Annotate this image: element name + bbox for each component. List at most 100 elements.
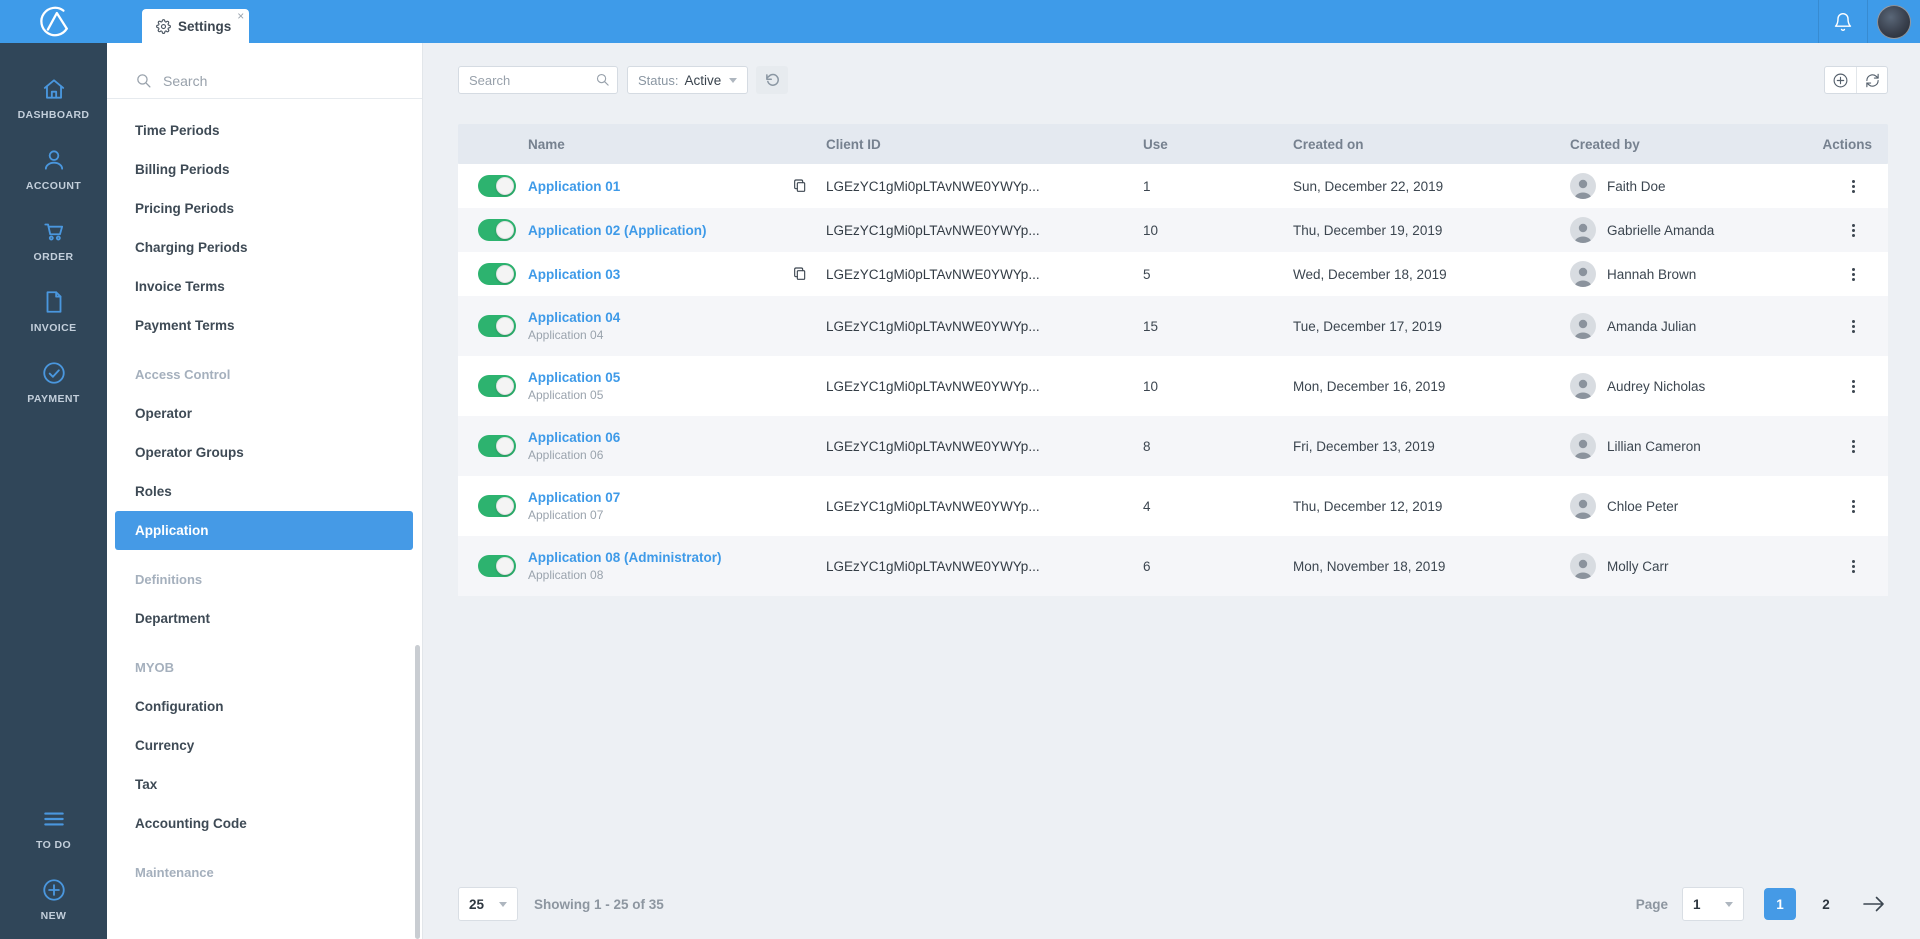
row-actions-menu[interactable] [1844,436,1863,457]
row-actions-menu[interactable] [1844,176,1863,197]
creator-name: Gabrielle Amanda [1607,223,1714,238]
status-toggle[interactable] [478,375,516,397]
nav-item-order[interactable]: ORDER [0,205,107,276]
brand-logo-icon [35,5,73,39]
creator-name: Chloe Peter [1607,499,1678,514]
application-name-link[interactable]: Application 04 [528,310,782,325]
nav-item-payment[interactable]: PAYMENT [0,347,107,418]
created-on-date: Wed, December 18, 2019 [1293,267,1570,282]
nav-item-invoice[interactable]: INVOICE [0,276,107,347]
gear-icon [156,19,171,34]
application-name-link[interactable]: Application 05 [528,370,782,385]
nav-item-label: INVOICE [31,322,77,334]
application-name-link[interactable]: Application 07 [528,490,782,505]
page-2-button[interactable]: 2 [1810,888,1842,920]
created-on-date: Mon, November 18, 2019 [1293,559,1570,574]
application-name-link[interactable]: Application 03 [528,267,782,282]
page-number-value: 1 [1693,897,1701,912]
tab-close-icon[interactable]: × [237,10,244,22]
showing-summary: Showing 1 - 25 of 35 [534,897,664,912]
sidebar-item-department[interactable]: Department [107,599,422,638]
pagination-bar: 25 Showing 1 - 25 of 35 Page 1 12 [423,887,1920,939]
status-toggle[interactable] [478,219,516,241]
nav-item-account[interactable]: ACCOUNT [0,134,107,205]
search-icon [135,72,152,89]
created-on-date: Thu, December 19, 2019 [1293,223,1570,238]
user-menu[interactable] [1868,0,1920,43]
sidebar-item-time-periods[interactable]: Time Periods [107,111,422,150]
nav-item-dashboard[interactable]: DASHBOARD [0,63,107,134]
tab-settings[interactable]: Settings × [142,9,249,43]
sidebar-item-billing-periods[interactable]: Billing Periods [107,150,422,189]
application-subtitle: Application 05 [528,388,782,402]
add-application-button[interactable] [1825,67,1856,93]
sidebar-section-myob: MYOB [107,638,422,687]
sidebar-item-tax[interactable]: Tax [107,765,422,804]
sidebar-item-charging-periods[interactable]: Charging Periods [107,228,422,267]
use-count: 10 [1143,223,1293,238]
application-name-link[interactable]: Application 08 (Administrator) [528,550,782,565]
table-toolbar: Status: Active [458,66,1888,94]
sidebar-scrollbar[interactable] [415,645,420,939]
application-name-link[interactable]: Application 02 (Application) [528,223,782,238]
status-toggle[interactable] [478,315,516,337]
creator-avatar [1570,553,1596,579]
nav-item-new[interactable]: NEW [0,864,107,935]
refresh-button[interactable] [1856,67,1887,93]
creator-name: Audrey Nicholas [1607,379,1705,394]
applications-table: Name Client ID Use Created on Created by… [458,124,1888,596]
creator-avatar [1570,493,1596,519]
application-name-link[interactable]: Application 01 [528,179,782,194]
status-toggle[interactable] [478,263,516,285]
notifications-button[interactable] [1818,0,1868,43]
status-toggle[interactable] [478,555,516,577]
row-actions-menu[interactable] [1844,496,1863,517]
sidebar-search-input[interactable] [163,73,383,89]
sidebar-item-configuration[interactable]: Configuration [107,687,422,726]
sidebar-item-payment-terms[interactable]: Payment Terms [107,306,422,345]
table-row: Application 08 (Administrator) Applicati… [458,536,1888,596]
creator-name: Amanda Julian [1607,319,1696,334]
status-toggle[interactable] [478,175,516,197]
status-filter-dropdown[interactable]: Status: Active [627,66,748,94]
creator-avatar [1570,173,1596,199]
reset-icon [765,73,780,88]
brand-logo[interactable] [0,0,107,43]
creator-avatar [1570,217,1596,243]
application-name-link[interactable]: Application 06 [528,430,782,445]
copy-icon[interactable] [792,178,808,194]
sidebar-item-application[interactable]: Application [115,511,413,550]
page-number-dropdown[interactable]: 1 [1682,887,1744,921]
sidebar-item-invoice-terms[interactable]: Invoice Terms [107,267,422,306]
sidebar-item-operator-groups[interactable]: Operator Groups [107,433,422,472]
main-nav-rail: DASHBOARD ACCOUNT ORDER INVOICE PAYMENT … [0,43,107,939]
page-size-dropdown[interactable]: 25 [458,887,518,921]
nav-item-todo[interactable]: TO DO [0,793,107,864]
sidebar-item-currency[interactable]: Currency [107,726,422,765]
sidebar-item-accounting-code[interactable]: Accounting Code [107,804,422,843]
reset-filters-button[interactable] [756,66,788,94]
row-actions-menu[interactable] [1844,376,1863,397]
status-filter-label: Status: [638,73,678,88]
application-subtitle: Application 07 [528,508,782,522]
copy-icon[interactable] [792,266,808,282]
page-1-button[interactable]: 1 [1764,888,1796,920]
client-id-value: LGEzYC1gMi0pLTAvNWE0YWYp... [826,499,1143,514]
status-toggle[interactable] [478,435,516,457]
status-filter-value: Active [684,73,721,88]
client-id-value: LGEzYC1gMi0pLTAvNWE0YWYp... [826,379,1143,394]
row-actions-menu[interactable] [1844,316,1863,337]
nav-item-label: NEW [41,910,67,922]
status-toggle[interactable] [478,495,516,517]
main-content: Status: Active [423,43,1920,939]
next-page-button[interactable] [1860,893,1888,915]
sidebar-item-roles[interactable]: Roles [107,472,422,511]
client-id-value: LGEzYC1gMi0pLTAvNWE0YWYp... [826,559,1143,574]
row-actions-menu[interactable] [1844,264,1863,285]
application-subtitle: Application 06 [528,448,782,462]
row-actions-menu[interactable] [1844,220,1863,241]
row-actions-menu[interactable] [1844,556,1863,577]
sidebar-item-pricing-periods[interactable]: Pricing Periods [107,189,422,228]
search-input[interactable] [458,66,618,94]
sidebar-item-operator[interactable]: Operator [107,394,422,433]
